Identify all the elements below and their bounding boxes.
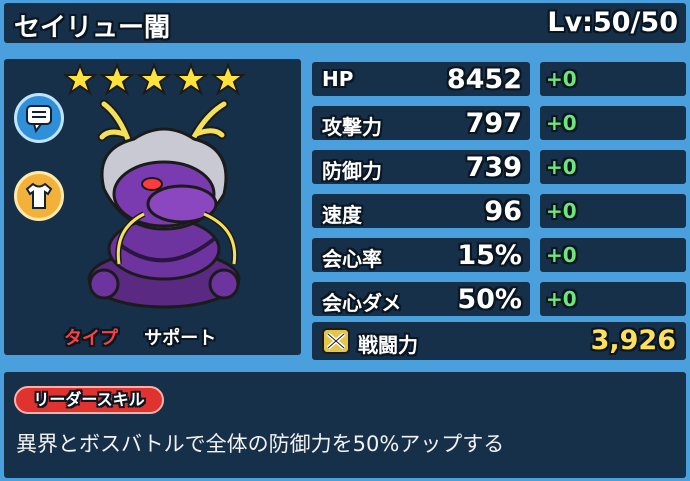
stat-bonus-hp: +0 <box>540 62 686 96</box>
stat-bonus-speed: +0 <box>540 194 686 228</box>
stat-label: HP <box>322 67 354 91</box>
stat-bonus: +0 <box>546 199 577 223</box>
type-value: サポート <box>144 328 217 349</box>
stat-row-crit-rate: 会心率 15% <box>312 238 530 272</box>
stat-bonus-attack: +0 <box>540 106 686 140</box>
combat-power-label: 戦闘力 <box>358 333 418 357</box>
stat-value: 8452 <box>446 64 522 95</box>
crossed-swords-icon <box>322 328 350 354</box>
shirt-icon <box>25 182 53 209</box>
leader-skill-description: 異界とボスバトルで全体の防御力を50%アップする <box>16 432 505 456</box>
character-name: セイリュー闇 <box>14 13 171 43</box>
profile-text-button[interactable] <box>14 93 64 143</box>
stat-row-crit-damage: 会心ダメ 50% <box>312 282 530 316</box>
stat-value: 96 <box>484 196 522 227</box>
stat-row-hp: HP 8452 <box>312 62 530 96</box>
leader-skill-panel: リーダースキル 異界とボスバトルで全体の防御力を50%アップする <box>4 372 686 478</box>
stat-value: 797 <box>465 108 522 139</box>
stat-label: 速度 <box>322 203 362 227</box>
stat-bonus: +0 <box>546 155 577 179</box>
stat-value: 50% <box>457 284 522 315</box>
type-row: タイプ サポート <box>64 324 216 350</box>
equipment-button[interactable] <box>14 171 64 221</box>
character-level: Lv:50/50 <box>547 7 678 38</box>
stat-bonus: +0 <box>546 243 577 267</box>
stat-label: 会心率 <box>322 247 382 271</box>
stat-bonus: +0 <box>546 111 577 135</box>
stat-bonus-crit-rate: +0 <box>540 238 686 272</box>
character-portrait <box>87 99 241 309</box>
combat-power-value: 3,926 <box>590 325 676 356</box>
stat-row-attack: 攻撃力 797 <box>312 106 530 140</box>
type-label: タイプ <box>64 328 118 349</box>
stat-value: 15% <box>457 240 522 271</box>
portrait-panel: タイプ サポート <box>4 59 301 355</box>
stat-bonus-defense: +0 <box>540 150 686 184</box>
stat-label: 攻撃力 <box>322 115 382 139</box>
combat-power-row: 戦闘力 3,926 <box>312 322 686 360</box>
stat-value: 739 <box>465 152 522 183</box>
header-bar: セイリュー闇 Lv:50/50 <box>4 3 686 43</box>
stat-bonus-crit-damage: +0 <box>540 282 686 316</box>
stat-label: 会心ダメ <box>322 291 402 315</box>
stat-row-defense: 防御力 739 <box>312 150 530 184</box>
stat-bonus: +0 <box>546 287 577 311</box>
speech-bubble-icon <box>26 105 52 133</box>
leader-skill-badge: リーダースキル <box>14 386 164 414</box>
stat-label: 防御力 <box>322 159 382 183</box>
stat-row-speed: 速度 96 <box>312 194 530 228</box>
stat-bonus: +0 <box>546 67 577 91</box>
